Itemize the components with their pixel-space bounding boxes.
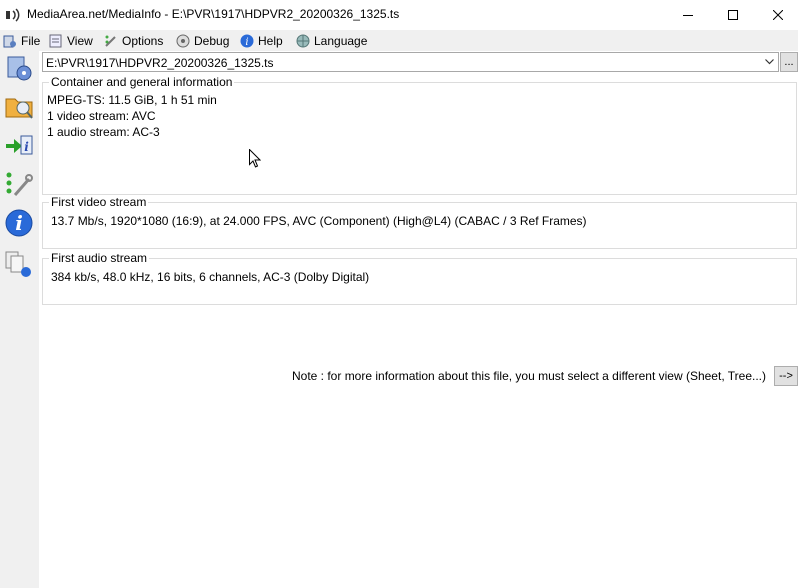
svg-text:i: i: [15, 211, 23, 235]
menu-file-label: File: [21, 33, 41, 48]
menu-help[interactable]: i Help: [240, 32, 283, 49]
export-button[interactable]: i: [2, 129, 36, 163]
close-icon: [773, 10, 783, 20]
menu-debug-label: Debug: [194, 33, 230, 48]
open-folder-icon: [5, 98, 33, 119]
mediainfo-app-icon: [6, 8, 22, 22]
title-bar: MediaArea.net/MediaInfo - E:\PVR\1917\HD…: [0, 0, 798, 30]
change-view-button[interactable]: -->: [774, 366, 798, 386]
general-info-group: Container and general information MPEG-T…: [42, 75, 797, 195]
general-info-line: 1 audio stream: AC-3: [47, 125, 160, 139]
menu-options-label: Options: [122, 33, 164, 48]
file-selector-dropdown[interactable]: E:\PVR\1917\HDPVR2_20200326_1325.ts: [42, 52, 779, 72]
open-file-icon: [7, 56, 32, 81]
audio-stream-title: First audio stream: [49, 251, 150, 265]
close-button[interactable]: [755, 0, 798, 30]
file-selector-value: E:\PVR\1917\HDPVR2_20200326_1325.ts: [46, 56, 274, 70]
minimize-button[interactable]: [665, 0, 711, 30]
view-note-text: Note : for more information about this f…: [292, 369, 766, 383]
maximize-button[interactable]: [710, 0, 756, 30]
svg-text:i: i: [24, 140, 29, 154]
menu-view-label: View: [67, 33, 93, 48]
debug-icon: [176, 34, 190, 47]
general-info-line: 1 video stream: AVC: [47, 109, 156, 123]
video-stream-info: 13.7 Mb/s, 1920*1080 (16:9), at 24.000 F…: [51, 214, 587, 228]
preferences-icon: [6, 172, 33, 196]
about-button[interactable]: i: [2, 206, 36, 240]
menu-bar: File View Options Debug i Help Language: [0, 30, 798, 51]
language-icon: [296, 34, 310, 47]
mouse-cursor-icon: [249, 148, 262, 171]
menu-help-label: Help: [258, 33, 283, 48]
options-icon: [105, 35, 116, 47]
menu-debug[interactable]: Debug: [176, 32, 229, 49]
open-file-button[interactable]: [2, 51, 36, 85]
export-icon: i: [6, 135, 33, 155]
video-stream-group: First video stream 13.7 Mb/s, 1920*1080 …: [42, 195, 797, 249]
chevron-down-icon[interactable]: [760, 53, 778, 71]
knowledge-base-icon: [5, 251, 31, 277]
browse-button[interactable]: ...: [780, 52, 798, 72]
open-folder-button[interactable]: [2, 89, 36, 123]
left-toolbar: i i: [0, 51, 39, 588]
video-stream-title: First video stream: [49, 195, 149, 209]
file-icon: [3, 35, 16, 47]
menu-options[interactable]: Options: [104, 32, 163, 49]
menu-language-label: Language: [314, 33, 368, 48]
menu-language[interactable]: Language: [296, 32, 367, 49]
audio-stream-group: First audio stream 384 kb/s, 48.0 kHz, 1…: [42, 251, 797, 305]
view-icon: [49, 34, 62, 47]
general-info-title: Container and general information: [49, 75, 235, 89]
audio-stream-info: 384 kb/s, 48.0 kHz, 16 bits, 6 channels,…: [51, 270, 370, 284]
knowledge-base-button[interactable]: [2, 247, 36, 281]
maximize-icon: [728, 10, 738, 20]
preferences-button[interactable]: [2, 167, 36, 201]
general-info-line: MPEG-TS: 11.5 GiB, 1 h 51 min: [47, 93, 217, 107]
about-icon: i: [5, 209, 33, 237]
help-icon: i: [240, 34, 254, 48]
minimize-icon: [683, 15, 693, 16]
svg-text:i: i: [245, 37, 248, 48]
window-title: MediaArea.net/MediaInfo - E:\PVR\1917\HD…: [27, 7, 400, 21]
menu-view[interactable]: View: [49, 32, 93, 49]
menu-file[interactable]: File: [3, 32, 40, 49]
